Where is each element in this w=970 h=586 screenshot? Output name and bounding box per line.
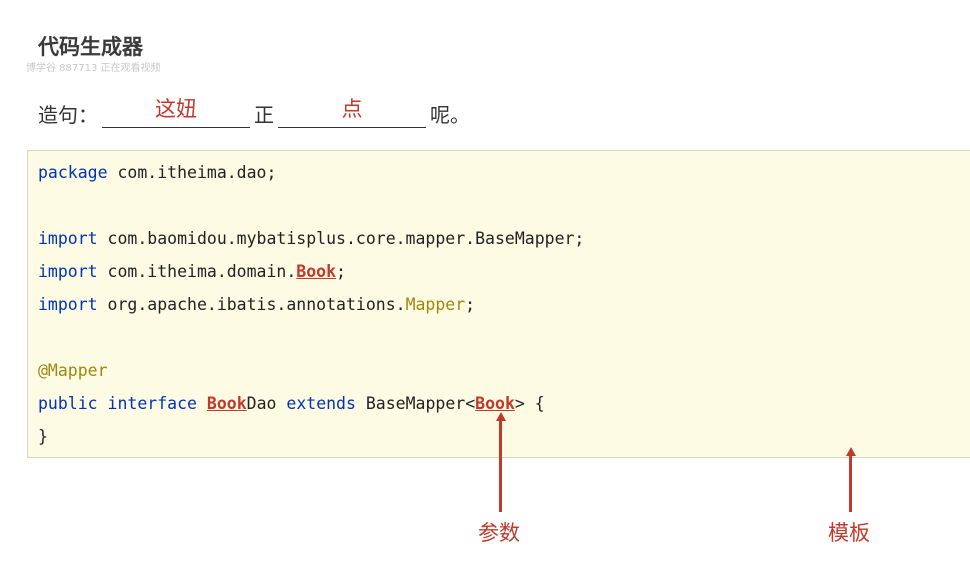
code-text: com.baomidou.mybatisplus.core.mapper.Bas… [97, 229, 585, 248]
param-placeholder: Book [296, 262, 337, 281]
code-text: org.apache.ibatis.annotations. [97, 295, 406, 314]
keyword: public [38, 394, 98, 413]
param-placeholder: Book [475, 394, 515, 413]
keyword: import [38, 229, 98, 248]
code-line-import-mapper: import org.apache.ibatis.annotations.Map… [38, 295, 475, 314]
code-text: com.itheima.domain. [97, 262, 297, 281]
blank-2-answer: 点 [341, 97, 363, 121]
template-label: 模板 [828, 521, 870, 545]
keyword: extends [286, 394, 356, 413]
code-text: BaseMapper< [355, 394, 476, 413]
code-text: com.itheima.dao; [107, 163, 277, 182]
watermark: 博学谷 887713 正在观看视频 [26, 63, 161, 74]
code-line-import-basemapper: import com.baomidou.mybatisplus.core.map… [38, 229, 584, 248]
code-text: } [38, 427, 48, 446]
param-placeholder: Book [206, 394, 247, 413]
template-arrow-line [849, 455, 852, 512]
code-line-annotation: @Mapper [38, 361, 108, 380]
sentence-suffix: 呢。 [430, 103, 470, 127]
sentence-prefix: 造句： [38, 103, 98, 127]
blank-1-answer: 这妞 [155, 97, 197, 121]
code-line-package: package com.itheima.dao; [38, 163, 276, 182]
param-label: 参数 [478, 521, 520, 545]
keyword: import [38, 262, 98, 281]
code-text: > { [514, 394, 545, 413]
page-title: 代码生成器 [38, 35, 143, 59]
blank-2: 点 [278, 97, 426, 128]
keyword: import [38, 295, 98, 314]
code-line-close-brace: } [38, 427, 48, 446]
code-text: ; [465, 295, 476, 314]
keyword: interface [107, 394, 197, 413]
param-arrow-line [499, 420, 502, 512]
code-line-import-book: import com.itheima.domain.Book; [38, 262, 346, 281]
annotation-name: Mapper [405, 295, 466, 314]
blank-1: 这妞 [102, 97, 250, 128]
code-text: ; [336, 262, 346, 281]
annotation: @Mapper [38, 361, 108, 380]
code-line-interface: public interface BookDao extends BaseMap… [38, 394, 545, 413]
code-text: Dao [246, 394, 277, 413]
keyword: package [38, 163, 108, 182]
sentence-middle: 正 [254, 103, 274, 127]
fill-in-sentence: 造句： 这妞 正 点 呢。 [38, 97, 470, 132]
